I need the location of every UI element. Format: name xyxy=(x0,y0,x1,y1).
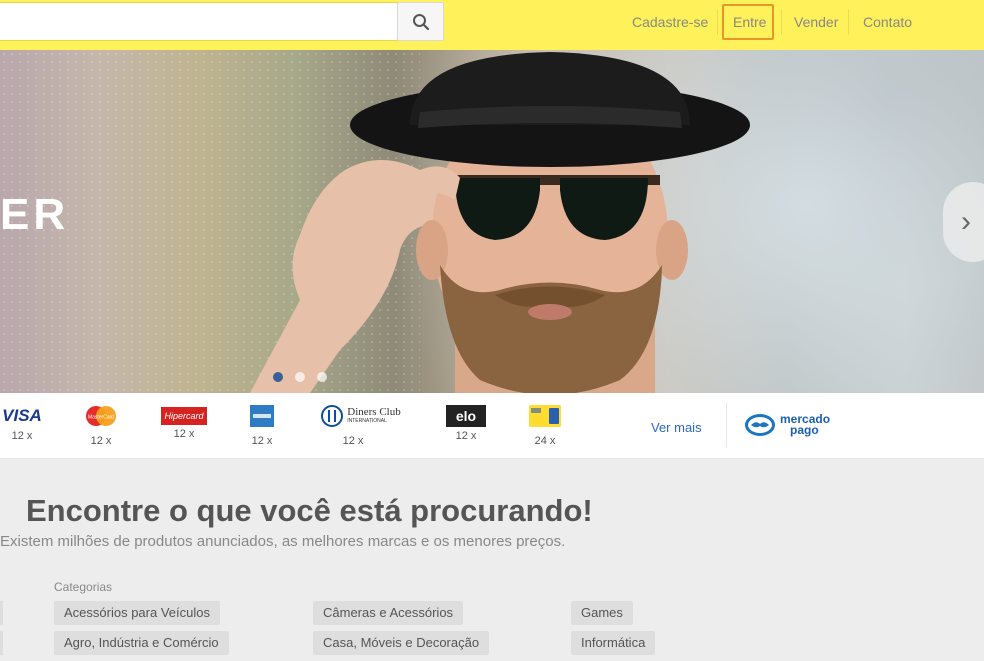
payment-visa: VISA 12 x xyxy=(0,405,44,442)
category-acessorios-veiculos[interactable]: Acessórios para Veículos xyxy=(54,601,220,625)
payment-diners: Diners Club INTERNATIONAL 12 x xyxy=(316,405,406,447)
diners-logo: Diners Club INTERNATIONAL xyxy=(321,405,401,427)
categories-title: Categorias xyxy=(54,580,113,594)
page: Cadastre-se Entre Vender Contato ER › VI… xyxy=(0,0,984,661)
installments-label: 12 x xyxy=(90,435,112,447)
mercado-pago-logo[interactable]: mercado pago xyxy=(744,413,830,437)
search-prompt-section: Encontre o que você está procurando! Exi… xyxy=(0,460,984,661)
elo-logo: elo xyxy=(446,405,486,427)
nav-cadastre-se[interactable]: Cadastre-se xyxy=(632,0,708,44)
search-button[interactable] xyxy=(397,2,444,41)
category-casa-moveis[interactable]: Casa, Móveis e Decoração xyxy=(313,631,490,655)
diners-sub: INTERNATIONAL xyxy=(347,418,387,424)
search-input[interactable] xyxy=(0,2,398,41)
nav-contato[interactable]: Contato xyxy=(863,0,912,44)
payment-ml-card: 24 x xyxy=(528,405,562,447)
hero-banner[interactable]: ER › xyxy=(0,50,984,393)
payment-methods-bar: VISA 12 x MasterCard 12 x Hipercard 12 x xyxy=(0,393,984,459)
installments-label: 12 x xyxy=(173,428,195,440)
chevron-right-icon: › xyxy=(961,205,971,238)
category-games[interactable]: Games xyxy=(571,601,633,625)
handshake-icon xyxy=(745,414,775,436)
payment-elo: elo 12 x xyxy=(445,405,487,442)
nav-divider xyxy=(848,9,849,35)
page-subheadline: Existem milhões de produtos anunciados, … xyxy=(0,533,566,550)
category-cameras[interactable]: Câmeras e Acessórios xyxy=(313,601,464,625)
top-header: Cadastre-se Entre Vender Contato xyxy=(0,0,984,50)
search-icon xyxy=(412,13,429,30)
carousel-dot-3[interactable] xyxy=(317,372,327,382)
amex-logo xyxy=(250,405,274,427)
hipercard-logo: Hipercard xyxy=(161,407,207,425)
diners-name: Diners Club xyxy=(347,406,401,418)
visa-logo: VISA xyxy=(2,406,42,425)
category-informatica[interactable]: Informática xyxy=(571,631,656,655)
hero-model-image xyxy=(250,52,750,393)
carousel-dot-1[interactable] xyxy=(273,372,283,382)
nav-entre[interactable]: Entre xyxy=(733,0,766,44)
carousel-dot-2[interactable] xyxy=(295,372,305,382)
installments-label: 24 x xyxy=(534,435,556,447)
mastercard-logo-text: MasterCard xyxy=(88,415,114,421)
payment-mastercard: MasterCard 12 x xyxy=(81,405,121,447)
payment-amex: 12 x xyxy=(249,405,275,447)
installments-label: 12 x xyxy=(11,430,33,442)
installments-label: 12 x xyxy=(251,435,273,447)
installments-label: 12 x xyxy=(342,435,364,447)
nav-divider xyxy=(781,9,782,35)
page-headline: Encontre o que você está procurando! xyxy=(26,493,593,528)
nav-divider xyxy=(717,9,718,35)
carousel-next-button[interactable]: › xyxy=(943,182,984,262)
installments-label: 12 x xyxy=(455,430,477,442)
hero-headline: ER xyxy=(0,190,70,239)
payments-divider xyxy=(726,403,727,447)
ver-mais-link[interactable]: Ver mais xyxy=(651,420,702,435)
category-chip-partial[interactable] xyxy=(0,601,3,625)
category-agro-industria[interactable]: Agro, Indústria e Comércio xyxy=(54,631,229,655)
ml-card-logo xyxy=(529,405,561,427)
category-chip-partial[interactable] xyxy=(0,631,3,655)
payment-hipercard: Hipercard 12 x xyxy=(161,405,207,440)
mastercard-logo: MasterCard xyxy=(83,405,119,427)
mercado-pago-text: mercado pago xyxy=(780,412,831,437)
nav-vender[interactable]: Vender xyxy=(794,0,838,44)
